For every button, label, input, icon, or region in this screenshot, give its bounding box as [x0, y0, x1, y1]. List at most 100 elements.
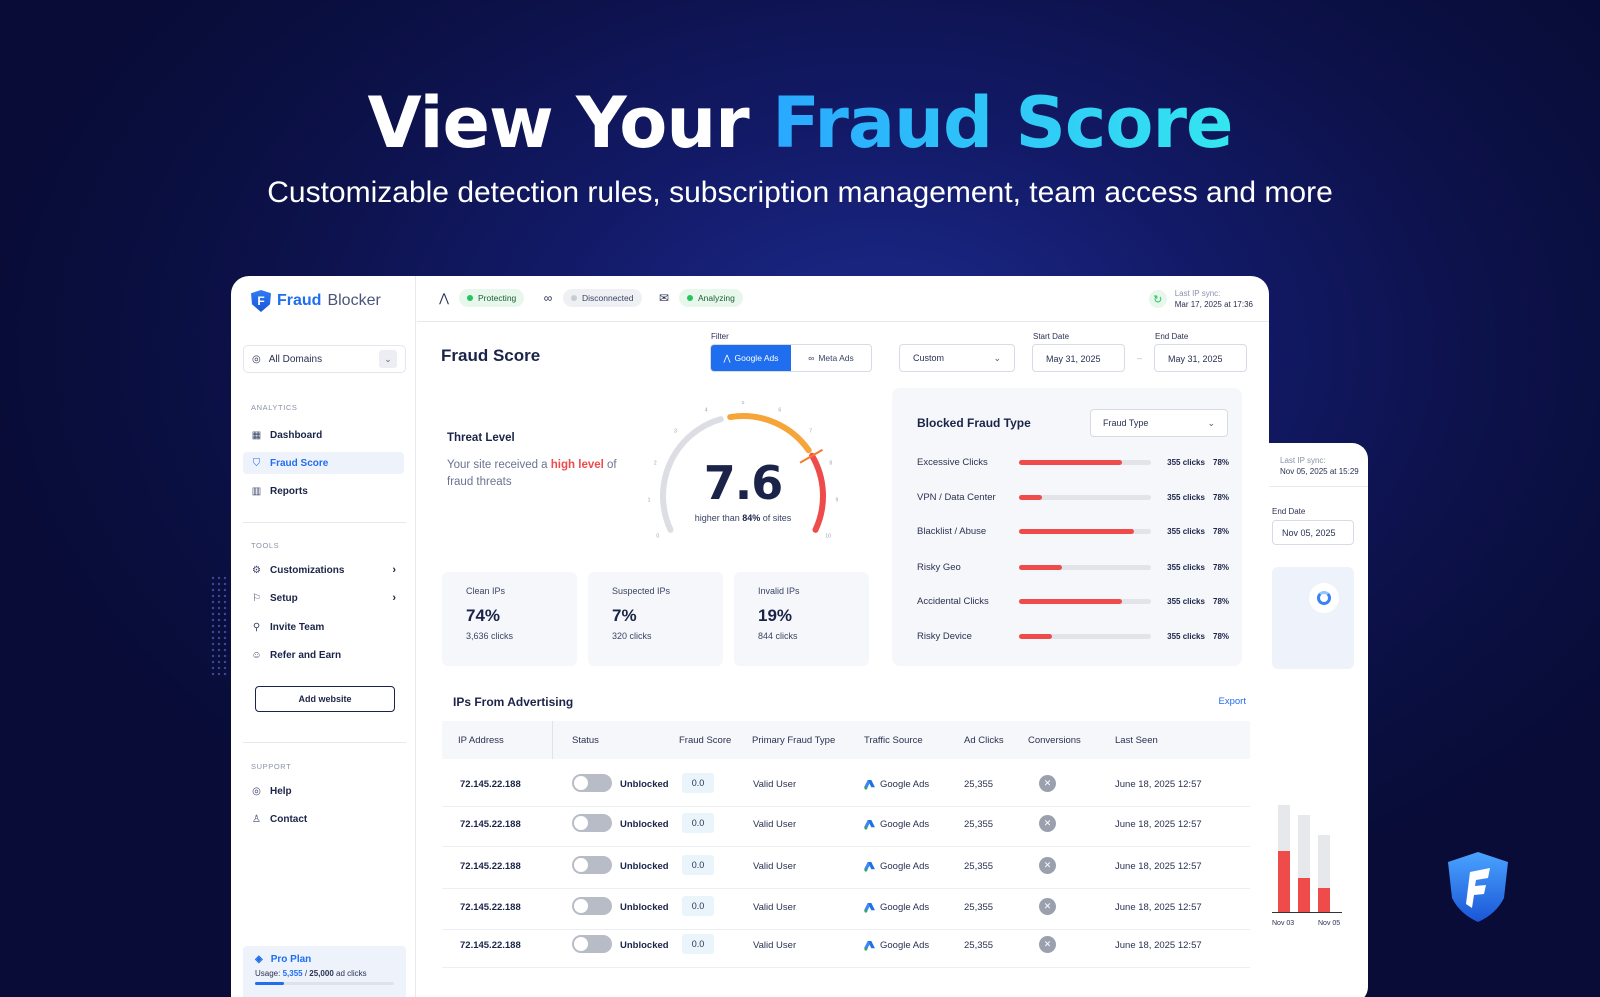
shield-logo-icon: F	[251, 290, 271, 312]
export-link[interactable]: Export	[1219, 696, 1246, 707]
primary-fraud-type: Valid User	[753, 861, 797, 872]
stat-card-suspected-ips: Suspected IPs 7% 320 clicks	[588, 572, 723, 666]
end-date-label: End Date	[1155, 332, 1189, 341]
add-website-button[interactable]: Add website	[255, 686, 395, 712]
threat-level-description: Your site received a high level of fraud…	[447, 459, 617, 488]
gauge-tick-label: 5	[742, 401, 745, 406]
table-row[interactable]: 72.145.22.188 Unblocked 0.0 Valid User Googl…	[442, 926, 1250, 968]
sidebar-item-setup[interactable]: ⚐ Setup ›	[243, 587, 404, 609]
chevron-down-icon: ⌄	[993, 352, 1001, 363]
back-end-date-label: End Date	[1272, 507, 1306, 516]
sidebar-item-label: Reports	[270, 485, 308, 497]
google-ads-icon	[864, 861, 875, 872]
section-label-tools: TOOLS	[251, 541, 280, 550]
person-icon: ⚲	[252, 621, 261, 633]
last-seen: June 18, 2025 12:57	[1115, 819, 1202, 830]
block-toggle[interactable]	[572, 897, 612, 915]
fraud-type-clicks: 355 clicks	[1167, 562, 1205, 572]
column-header[interactable]: Last Seen	[1115, 735, 1158, 746]
stat-value: 74%	[466, 606, 501, 625]
hero-subtitle: Customizable detection rules, subscripti…	[267, 176, 1333, 209]
column-header[interactable]: Primary Fraud Type	[752, 735, 835, 746]
logo[interactable]: F Fraud Blocker	[251, 290, 381, 312]
x-axis	[1272, 912, 1342, 913]
globe-icon: ◎	[252, 353, 261, 365]
fraud-type-percent: 78%	[1213, 596, 1230, 606]
google-ads-status[interactable]: ⋀ Protecting	[437, 289, 525, 307]
gauge-segment-medium	[727, 413, 812, 454]
fraud-type-select[interactable]: Fraud Type ⌄	[1090, 409, 1228, 437]
table-row[interactable]: 72.145.22.188 Unblocked 0.0 Valid User Googl…	[442, 847, 1250, 889]
block-toggle[interactable]	[572, 774, 612, 792]
sidebar: F Fraud Blocker ◎ All Domains ⌄ ANALYTIC…	[231, 276, 416, 997]
end-date-field[interactable]: May 31, 2025	[1154, 344, 1247, 372]
status-text: Unblocked	[620, 779, 669, 790]
back-end-date-field[interactable]: Nov 05, 2025	[1272, 520, 1354, 545]
chevron-right-icon: ›	[392, 592, 396, 604]
column-header[interactable]: IP Address	[458, 735, 504, 746]
sidebar-item-dashboard[interactable]: ▦ Dashboard	[243, 424, 404, 446]
google-ads-icon: ⋀	[439, 291, 449, 305]
ad-clicks: 25,355	[964, 940, 994, 951]
column-header[interactable]: Conversions	[1028, 735, 1081, 746]
primary-fraud-type: Valid User	[753, 779, 797, 790]
status-text: Unblocked	[620, 940, 669, 951]
status-text: Unblocked	[620, 861, 669, 872]
table-row[interactable]: 72.145.22.188 Unblocked 0.0 Valid User Googl…	[442, 765, 1250, 807]
table-header: IP Address Status Fraud Score Primary Fr…	[442, 721, 1250, 759]
last-seen: June 18, 2025 12:57	[1115, 779, 1202, 790]
ip-sync-info: ↻ Last IP sync: Mar 17, 2025 at 17:36	[1148, 288, 1253, 310]
primary-fraud-type: Valid User	[753, 819, 797, 830]
status-badge: Protecting	[459, 289, 525, 307]
date-range-select[interactable]: Custom ⌄	[899, 344, 1015, 372]
plan-card[interactable]: ◈ Pro Plan Usage: 5,355 / 25,000 ad click…	[243, 946, 406, 997]
no-conversion-icon: ✕	[1039, 775, 1056, 792]
stat-label: Clean IPs	[466, 586, 506, 596]
sidebar-item-contact[interactable]: ♙ Contact	[243, 808, 404, 830]
sidebar-item-fraud-score[interactable]: ⛉ Fraud Score	[243, 452, 404, 474]
sidebar-item-refer-and-earn[interactable]: ☺ Refer and Earn	[243, 644, 404, 666]
refresh-icon[interactable]: ↻	[1148, 290, 1167, 308]
filter-google-ads-button[interactable]: ⋀ Google Ads	[711, 345, 791, 371]
filter-meta-ads-button[interactable]: ∞ Meta Ads	[791, 345, 871, 371]
block-toggle[interactable]	[572, 935, 612, 953]
fraud-type-bar	[1018, 528, 1152, 534]
sidebar-item-help[interactable]: ◎ Help	[243, 780, 404, 802]
stat-count: 3,636 clicks	[466, 631, 514, 641]
meta-ads-status[interactable]: ∞ Disconnected	[541, 289, 642, 307]
fraud-type-percent: 78%	[1213, 457, 1230, 467]
column-header[interactable]: Status	[572, 735, 599, 746]
gauge-icon	[1309, 583, 1339, 613]
fraud-type-label: Excessive Clicks	[917, 456, 988, 468]
column-header[interactable]: Traffic Source	[864, 735, 923, 746]
start-date-field[interactable]: May 31, 2025	[1032, 344, 1125, 372]
fraud-type-clicks: 355 clicks	[1167, 526, 1205, 536]
x-tick-label: Nov 05	[1318, 920, 1341, 927]
users-icon: ☺	[251, 649, 262, 661]
fraud-type-row: Excessive Clicks 355 clicks 78%	[917, 455, 1229, 469]
sidebar-item-reports[interactable]: ▥ Reports	[243, 480, 404, 502]
sidebar-item-customizations[interactable]: ⚙ Customizations ›	[243, 559, 404, 581]
fraud-type-row: Blacklist / Abuse 355 clicks 78%	[917, 524, 1229, 538]
column-header[interactable]: Fraud Score	[679, 735, 731, 746]
google-ads-icon	[864, 819, 875, 830]
x-tick-label: Nov 03	[1272, 920, 1295, 927]
table-row[interactable]: 72.145.22.188 Unblocked 0.0 Valid User Googl…	[442, 888, 1250, 930]
block-toggle[interactable]	[572, 856, 612, 874]
chevron-right-icon: ›	[392, 564, 396, 576]
decorative-dot-grid	[210, 575, 230, 677]
column-header[interactable]: Ad Clicks	[964, 735, 1004, 746]
fraud-type-clicks: 355 clicks	[1167, 457, 1205, 467]
email-status[interactable]: ✉ Analyzing	[657, 289, 743, 307]
last-seen: June 18, 2025 12:57	[1115, 940, 1202, 951]
domain-select[interactable]: ◎ All Domains ⌄	[243, 345, 406, 373]
stat-card-clean-ips: Clean IPs 74% 3,636 clicks	[442, 572, 577, 666]
sidebar-item-invite-team[interactable]: ⚲ Invite Team	[243, 616, 404, 638]
block-toggle[interactable]	[572, 814, 612, 832]
gauge-tick-label: 0	[656, 534, 659, 540]
fraud-type-label: Accidental Clicks	[917, 595, 989, 607]
blocked-fraud-type-title: Blocked Fraud Type	[917, 416, 1031, 430]
start-date-label: Start Date	[1033, 332, 1070, 341]
table-row[interactable]: 72.145.22.188 Unblocked 0.0 Valid User Googl…	[442, 805, 1250, 847]
column-divider	[552, 721, 553, 759]
